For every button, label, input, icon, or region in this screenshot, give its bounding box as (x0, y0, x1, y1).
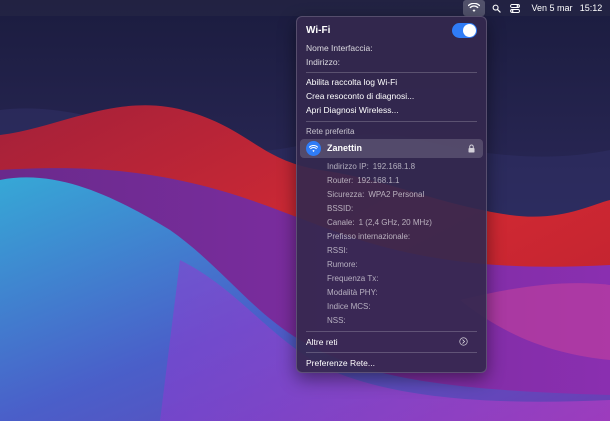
detail-noise: Rumore: (327, 260, 358, 269)
detail-mcs-index: Indice MCS: (327, 302, 371, 311)
network-preferences-item[interactable]: Preferenze Rete... (306, 357, 477, 369)
control-center-button[interactable] (508, 0, 522, 16)
wifi-icon (468, 3, 480, 12)
menubar-time[interactable]: 15:12 (577, 0, 605, 16)
other-networks-item[interactable]: Altre reti (306, 336, 477, 348)
wifi-icon (309, 144, 318, 152)
detail-country-code: Prefisso internazionale: (327, 232, 411, 241)
address-label: Indirizzo: (306, 57, 341, 67)
lock-icon (468, 144, 475, 153)
network-item-zanettin[interactable]: Zanettin (300, 139, 483, 158)
detail-nss: NSS: (327, 316, 346, 325)
other-networks-label: Altre reti (306, 337, 338, 347)
network-wifi-badge (306, 141, 321, 156)
detail-ip-address: Indirizzo IP: 192.168.1.8 (327, 162, 416, 171)
enable-wifi-logging-item[interactable]: Abilita raccolta log Wi-Fi (306, 76, 477, 88)
separator (306, 121, 477, 122)
control-center-icon (510, 3, 520, 13)
interface-name-label: Nome Interfaccia: (306, 43, 373, 53)
separator (306, 331, 477, 332)
wifi-menu: Wi-Fi Nome Interfaccia: Indirizzo: Abili… (296, 16, 487, 373)
spotlight-button[interactable] (489, 0, 503, 16)
wifi-status-button[interactable] (463, 0, 485, 16)
detail-rssi: RSSI: (327, 246, 348, 255)
detail-tx-rate: Frequenza Tx: (327, 274, 379, 283)
create-diagnostics-report-item[interactable]: Crea resoconto di diagnosi... (306, 90, 477, 102)
network-name: Zanettin (327, 143, 362, 153)
detail-bssid: BSSID: (327, 204, 354, 213)
wifi-toggle-knob (463, 24, 476, 37)
detail-security: Sicurezza: WPA2 Personal (327, 190, 425, 199)
menubar-date[interactable]: Ven 5 mar (530, 0, 574, 16)
detail-channel: Canale: 1 (2,4 GHz, 20 MHz) (327, 218, 432, 227)
open-wireless-diagnostics-item[interactable]: Apri Diagnosi Wireless... (306, 104, 477, 116)
search-icon (492, 4, 501, 13)
detail-phy-mode: Modalità PHY: (327, 288, 378, 297)
detail-router: Router: 192.168.1.1 (327, 176, 400, 185)
menu-bar: Ven 5 mar 15:12 (0, 0, 610, 16)
chevron-right-icon[interactable] (459, 337, 468, 346)
separator (306, 352, 477, 353)
preferred-network-header: Rete preferita (306, 127, 355, 136)
separator (306, 72, 477, 73)
wifi-toggle[interactable] (452, 23, 477, 38)
